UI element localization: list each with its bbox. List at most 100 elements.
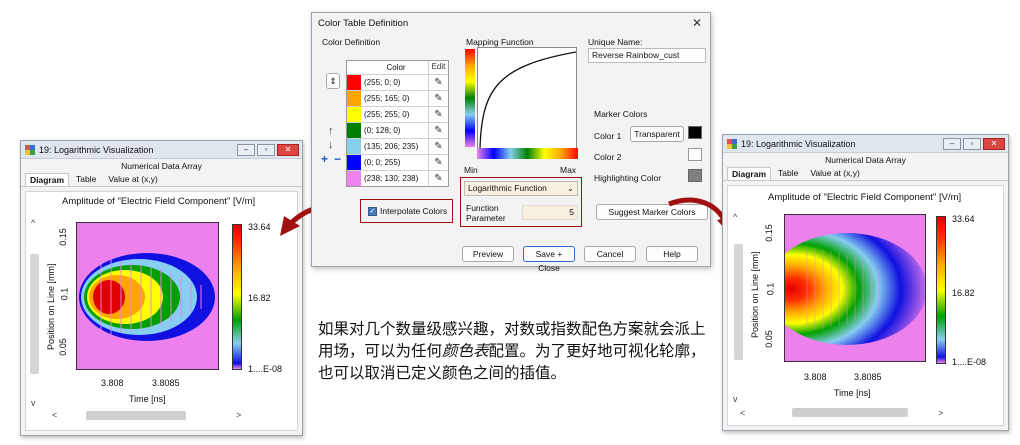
y-tick: 0.05 bbox=[763, 330, 774, 348]
tab-table[interactable]: Table bbox=[71, 172, 101, 186]
interpolate-checkbox[interactable]: ✓ Interpolate Colors bbox=[368, 206, 447, 216]
color-swatch bbox=[347, 155, 361, 170]
vertical-scrollbar[interactable] bbox=[734, 244, 743, 360]
horizontal-scrollbar[interactable] bbox=[792, 408, 908, 417]
plot-title: Amplitude of "Electric Field Component" … bbox=[768, 192, 962, 203]
color-row[interactable]: (0; 128; 0) ✎ bbox=[347, 122, 448, 138]
cancel-button[interactable]: Cancel bbox=[584, 246, 636, 262]
help-button[interactable]: Help bbox=[646, 246, 698, 262]
close-button[interactable]: ✕ bbox=[277, 143, 299, 156]
pencil-icon[interactable]: ✎ bbox=[428, 91, 448, 106]
function-parameter-input[interactable]: 5 bbox=[522, 205, 578, 220]
tab-value-at-xy[interactable]: Value at (x,y) bbox=[805, 166, 864, 180]
move-row-button[interactable]: ⇕ bbox=[326, 73, 340, 89]
dialog-close-icon[interactable]: ✕ bbox=[692, 16, 702, 30]
scroll-up-icon[interactable]: ^ bbox=[31, 218, 35, 228]
scroll-left-icon[interactable]: < bbox=[52, 410, 57, 420]
pencil-icon[interactable]: ✎ bbox=[428, 107, 448, 122]
x-tick: 3.8085 bbox=[854, 372, 882, 382]
right-title-bar[interactable]: 19: Logarithmic Visualization – ▫ ✕ bbox=[723, 135, 1008, 153]
vertical-scrollbar[interactable] bbox=[30, 254, 39, 374]
pencil-icon[interactable]: ✎ bbox=[428, 171, 448, 186]
color-swatch bbox=[347, 171, 361, 186]
color-swatch bbox=[347, 107, 361, 122]
preview-button[interactable]: Preview bbox=[462, 246, 514, 262]
color2-label: Color 2 bbox=[594, 152, 622, 162]
color-value: (255; 255; 0) bbox=[364, 110, 410, 119]
color-row[interactable]: (255; 255; 0) ✎ bbox=[347, 106, 448, 122]
horizontal-scrollbar[interactable] bbox=[86, 411, 186, 420]
minimize-button[interactable]: – bbox=[943, 137, 961, 150]
color-definition-label: Color Definition bbox=[322, 37, 381, 47]
colorbar bbox=[232, 224, 242, 370]
color-row[interactable]: (255; 165; 0) ✎ bbox=[347, 90, 448, 106]
pencil-icon[interactable]: ✎ bbox=[428, 75, 448, 90]
scroll-left-icon[interactable]: < bbox=[740, 408, 745, 418]
color-value: (0; 0; 255) bbox=[364, 158, 401, 167]
scroll-down-icon[interactable]: v bbox=[733, 394, 738, 404]
move-down-icon[interactable]: ↓ bbox=[328, 139, 334, 151]
y-axis-label: Position on Line [mm] bbox=[750, 251, 760, 338]
highlight-swatch[interactable] bbox=[688, 169, 702, 182]
tab-value-at-xy[interactable]: Value at (x,y) bbox=[103, 172, 162, 186]
heatmap-smooth bbox=[785, 233, 925, 345]
color-row[interactable]: (135; 206; 235) ✎ bbox=[347, 138, 448, 154]
colorbar bbox=[936, 216, 946, 364]
add-color-icon[interactable]: + bbox=[321, 152, 328, 166]
move-up-icon[interactable]: ↑ bbox=[328, 125, 334, 137]
color-value: (238; 130; 238) bbox=[364, 174, 419, 183]
chevron-down-icon: ⌄ bbox=[566, 183, 574, 193]
heatmap-plot bbox=[784, 214, 926, 362]
left-title-bar[interactable]: 19: Logarithmic Visualization – ▫ ✕ bbox=[21, 141, 302, 159]
marker-colors-label: Marker Colors bbox=[594, 109, 648, 119]
colorbar-tick-min: 1....E-08 bbox=[952, 357, 987, 367]
mapping-curve bbox=[477, 47, 577, 149]
unique-name-input[interactable]: Reverse Rainbow_cust bbox=[588, 48, 706, 63]
scroll-right-icon[interactable]: > bbox=[236, 410, 241, 420]
minimize-button[interactable]: – bbox=[237, 143, 255, 156]
pencil-icon[interactable]: ✎ bbox=[428, 123, 448, 138]
color-swatch bbox=[347, 123, 361, 138]
pencil-icon[interactable]: ✎ bbox=[428, 139, 448, 154]
transparent-button[interactable]: Transparent bbox=[630, 126, 684, 142]
color-swatch bbox=[347, 75, 361, 90]
color-value: (255; 165; 0) bbox=[364, 94, 410, 103]
left-window-title: 19: Logarithmic Visualization bbox=[39, 144, 154, 155]
color-column-header: Color bbox=[386, 63, 406, 72]
maximize-button[interactable]: ▫ bbox=[963, 137, 981, 150]
y-tick: 0.05 bbox=[57, 338, 68, 356]
color-table-dialog: Color Table Definition ✕ Color Definitio… bbox=[311, 12, 711, 273]
interpolate-label: Interpolate Colors bbox=[380, 206, 448, 216]
left-plot-area: Amplitude of "Electric Field Component" … bbox=[25, 191, 298, 431]
maximize-button[interactable]: ▫ bbox=[257, 143, 275, 156]
left-tab-bar: Diagram Table Value at (x,y) bbox=[21, 173, 302, 187]
close-button[interactable]: ✕ bbox=[983, 137, 1005, 150]
tab-diagram[interactable]: Diagram bbox=[727, 167, 772, 180]
scroll-down-icon[interactable]: v bbox=[31, 398, 36, 408]
color1-swatch[interactable] bbox=[688, 126, 702, 139]
color-row[interactable]: (238; 130; 238) ✎ bbox=[347, 170, 448, 186]
color2-swatch[interactable] bbox=[688, 148, 702, 161]
save-close-button[interactable]: Save + Close bbox=[523, 246, 575, 273]
y-tick: 0.1 bbox=[765, 282, 776, 296]
pencil-icon[interactable]: ✎ bbox=[428, 155, 448, 170]
color-row[interactable]: (255; 0; 0) ✎ bbox=[347, 74, 448, 90]
scroll-up-icon[interactable]: ^ bbox=[733, 212, 737, 222]
checkbox-checked-icon: ✓ bbox=[368, 206, 377, 216]
min-label: Min bbox=[464, 165, 478, 175]
dialog-title-bar[interactable]: Color Table Definition ✕ bbox=[312, 13, 710, 33]
right-window-subtitle: Numerical Data Array bbox=[723, 153, 1008, 167]
tab-table[interactable]: Table bbox=[773, 166, 803, 180]
color-row[interactable]: (0; 0; 255) ✎ bbox=[347, 154, 448, 170]
caption-italic: 颜色表 bbox=[442, 342, 489, 360]
y-tick: 0.15 bbox=[763, 224, 774, 242]
remove-color-icon[interactable]: − bbox=[334, 152, 341, 166]
y-axis-label: Position on Line [mm] bbox=[46, 263, 56, 350]
x-tick: 3.808 bbox=[101, 378, 124, 388]
highlighting-color-label: Highlighting Color bbox=[594, 173, 662, 183]
scroll-right-icon[interactable]: > bbox=[938, 408, 943, 418]
tab-diagram[interactable]: Diagram bbox=[25, 173, 70, 186]
heatmap-plot bbox=[76, 222, 219, 370]
function-select[interactable]: Logarithmic Function ⌄ bbox=[464, 181, 578, 196]
window-app-icon bbox=[727, 138, 737, 149]
